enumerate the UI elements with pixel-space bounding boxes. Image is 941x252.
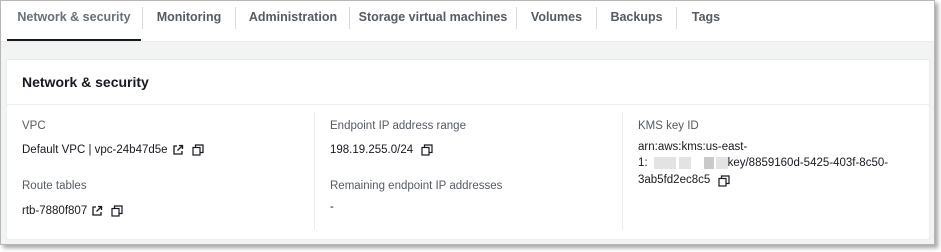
tab-divider <box>596 7 597 29</box>
tab-divider <box>142 7 143 29</box>
kms-key-line2-suffix: key/8859160d-5425-403f-8c50- <box>727 156 889 169</box>
remaining-endpoints-label: Remaining endpoint IP addresses <box>330 180 503 192</box>
kms-key-line2-prefix: 1: <box>638 156 648 169</box>
tab-storage-virtual-machines[interactable]: Storage virtual machines <box>351 1 515 41</box>
redaction-block <box>715 157 728 170</box>
column-divider <box>314 112 315 230</box>
remaining-endpoints-text: - <box>330 201 334 213</box>
vpc-label: VPC <box>22 120 46 132</box>
panel-title: Network & security <box>22 74 149 90</box>
redaction-block <box>703 157 714 170</box>
copy-icon[interactable] <box>111 205 123 217</box>
tab-volumes[interactable]: Volumes <box>518 1 595 41</box>
external-link-icon[interactable] <box>172 144 184 156</box>
endpoint-range-value: 198.19.255.0/24 <box>330 144 433 156</box>
remaining-endpoints-value: - <box>330 201 334 213</box>
copy-icon[interactable] <box>718 175 730 187</box>
tab-tags[interactable]: Tags <box>678 1 734 41</box>
panel-header: Network & security <box>7 60 929 105</box>
kms-key-line2: 1: key/8859160d-5425-403f-8c50- <box>638 156 888 172</box>
vpc-link[interactable]: Default VPC | vpc-24b47d5e <box>22 144 168 156</box>
endpoint-range-label: Endpoint IP address range <box>330 120 466 132</box>
tab-network-security[interactable]: Network & security <box>7 1 141 41</box>
details-frame: Network & security Monitoring Administra… <box>0 0 935 245</box>
kms-key-line3: 3ab5fd2ec8c5 <box>638 173 888 189</box>
tab-divider <box>349 7 350 29</box>
tab-divider <box>676 7 677 29</box>
vpc-value: Default VPC | vpc-24b47d5e <box>22 144 204 156</box>
tab-administration[interactable]: Administration <box>237 1 349 41</box>
network-security-panel: Network & security VPC Default VPC | vpc… <box>6 59 930 240</box>
tab-bar: Network & security Monitoring Administra… <box>1 1 934 42</box>
kms-key-line1: arn:aws:kms:us-east- <box>638 141 748 153</box>
redaction-block <box>653 157 676 170</box>
tab-backups[interactable]: Backups <box>598 1 675 41</box>
external-link-icon[interactable] <box>91 205 103 217</box>
copy-icon[interactable] <box>421 144 433 156</box>
kms-key-value: arn:aws:kms:us-east- 1: key/8859160d-542… <box>638 140 888 189</box>
kms-key-line3-text: 3ab5fd2ec8c5 <box>638 174 711 186</box>
endpoint-range-text: 198.19.255.0/24 <box>330 144 414 156</box>
copy-icon[interactable] <box>191 144 204 156</box>
kms-key-label: KMS key ID <box>638 120 699 132</box>
route-table-link[interactable]: rtb-7880f807 <box>22 205 87 217</box>
redaction-block <box>678 157 691 170</box>
tab-divider <box>235 7 236 29</box>
tab-monitoring[interactable]: Monitoring <box>144 1 234 41</box>
column-divider <box>622 112 623 230</box>
route-tables-label: Route tables <box>22 180 87 192</box>
route-tables-value: rtb-7880f807 <box>22 205 123 217</box>
tab-divider <box>516 7 517 29</box>
